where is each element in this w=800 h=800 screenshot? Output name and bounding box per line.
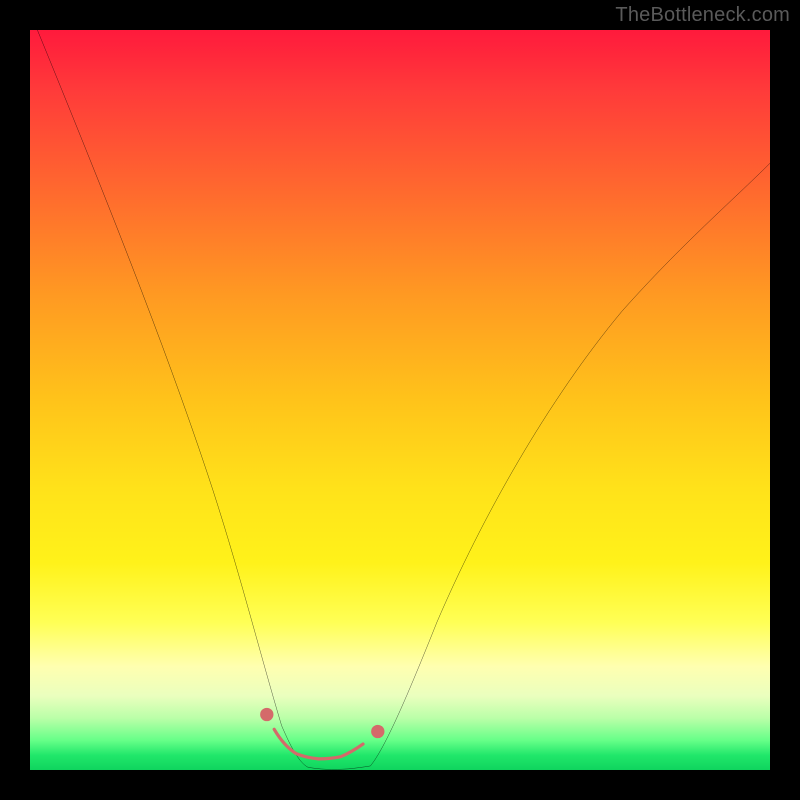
curve-right-arm	[370, 163, 770, 766]
curve-layer	[30, 30, 770, 770]
marker-dot-right	[371, 725, 384, 738]
chart-frame: TheBottleneck.com	[0, 0, 800, 800]
curve-left-arm	[37, 30, 307, 767]
curve-valley	[308, 766, 371, 769]
watermark-text: TheBottleneck.com	[615, 4, 790, 27]
marker-blob	[274, 729, 363, 759]
marker-dot-left	[260, 708, 273, 721]
plot-area	[30, 30, 770, 770]
